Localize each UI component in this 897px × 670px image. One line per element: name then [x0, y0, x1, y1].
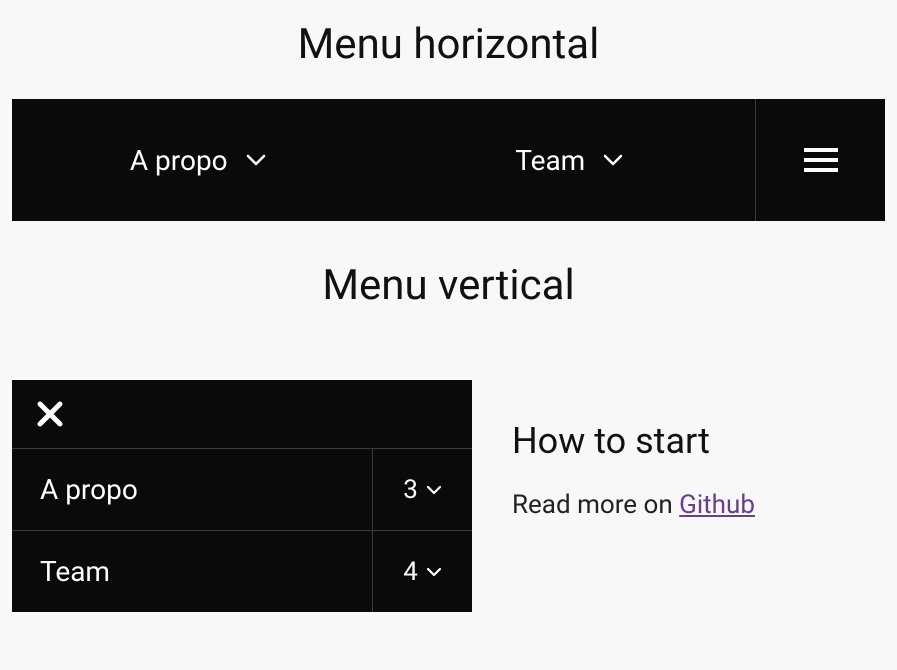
vmenu-item-team[interactable]: Team 4: [12, 531, 472, 612]
chevron-down-icon: [426, 485, 442, 495]
horizontal-menu: A propo Team: [12, 99, 885, 221]
hamburger-menu-button[interactable]: [755, 99, 885, 221]
vmenu-count-value: 3: [403, 475, 418, 505]
vmenu-item-label: A propo: [12, 449, 372, 530]
vertical-menu-heading: Menu vertical: [0, 221, 897, 350]
github-link[interactable]: Github: [679, 490, 755, 520]
vmenu-item-count: 4: [372, 531, 472, 612]
close-icon: [36, 400, 448, 428]
side-text: Read more on Github: [512, 487, 792, 523]
hmenu-item-team[interactable]: Team: [384, 99, 756, 221]
chevron-down-icon: [426, 567, 442, 577]
chevron-down-icon: [246, 154, 266, 166]
hmenu-item-label: A propo: [130, 144, 228, 177]
vmenu-item-label: Team: [12, 531, 372, 612]
hamburger-icon: [804, 146, 838, 174]
hmenu-item-apropo[interactable]: A propo: [12, 99, 384, 221]
side-content: How to start Read more on Github: [512, 380, 792, 524]
vmenu-count-value: 4: [403, 557, 418, 587]
vmenu-item-apropo[interactable]: A propo 3: [12, 449, 472, 531]
side-heading: How to start: [512, 420, 792, 463]
hmenu-item-label: Team: [515, 144, 585, 177]
side-text-prefix: Read more on: [512, 490, 679, 520]
vmenu-close-button[interactable]: [12, 380, 472, 449]
chevron-down-icon: [603, 154, 623, 166]
vmenu-item-count: 3: [372, 449, 472, 530]
horizontal-menu-heading: Menu horizontal: [0, 0, 897, 99]
vertical-menu: A propo 3 Team 4: [12, 380, 472, 612]
